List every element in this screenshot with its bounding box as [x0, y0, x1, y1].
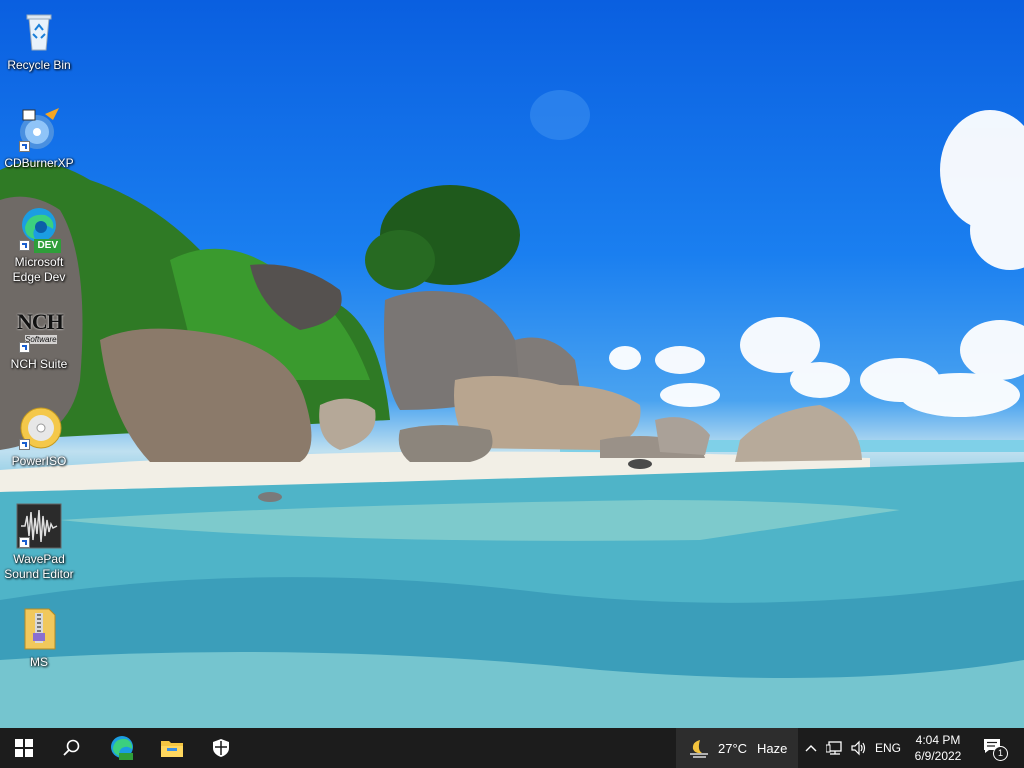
volume-button[interactable] — [847, 728, 871, 768]
edge-dev-icon — [111, 736, 133, 760]
weather-temperature: 27°C — [718, 740, 748, 756]
folder-zip-icon — [15, 605, 63, 653]
desktop-icon-label: Microsoft Edge Dev — [12, 255, 66, 284]
desktop-icon-label: MS — [30, 655, 48, 669]
search-button[interactable] — [48, 728, 96, 768]
desktop-icon-poweriso[interactable]: PowerISO — [2, 404, 76, 469]
taskbar: 27°C Haze ENG 4:04 PM 6/9/2022 1 — [0, 728, 1024, 768]
network-icon — [826, 741, 842, 755]
cdburnerxp-icon — [15, 106, 63, 154]
dev-badge: DEV — [34, 239, 61, 253]
weather-widget[interactable]: 27°C Haze — [676, 728, 798, 768]
file-explorer-icon — [161, 741, 183, 757]
shortcut-arrow-icon — [19, 141, 30, 152]
desktop-icon-recycle-bin[interactable]: Recycle Bin — [2, 8, 76, 73]
desktop-icon-nch-suite[interactable]: NCH Software NCH Suite — [2, 307, 76, 372]
shield-icon — [213, 739, 229, 757]
desktop-icon-label: Recycle Bin — [7, 58, 71, 72]
weather-condition: Haze — [757, 740, 788, 756]
desktop[interactable]: Recycle Bin CDBurnerXP DEV Microsoft Edg… — [0, 0, 1024, 728]
shortcut-arrow-icon — [19, 240, 30, 251]
shortcut-arrow-icon — [19, 439, 30, 450]
desktop-icon-wavepad[interactable]: WavePad Sound Editor — [2, 502, 76, 582]
chevron-up-icon — [805, 745, 817, 752]
recycle-bin-icon — [15, 8, 63, 56]
taskbar-file-explorer-button[interactable] — [148, 728, 196, 768]
edge-dev-icon: DEV — [15, 205, 63, 253]
desktop-icon-cdburnerxp[interactable]: CDBurnerXP — [2, 106, 76, 171]
nch-logo: NCH — [17, 309, 64, 334]
start-button[interactable] — [0, 728, 48, 768]
poweriso-icon — [15, 404, 63, 452]
desktop-icon-label: NCH Suite — [10, 357, 68, 371]
network-button[interactable] — [823, 728, 847, 768]
desktop-icon-label: PowerISO — [11, 454, 67, 468]
wallpaper — [0, 90, 1024, 728]
windows-start-icon — [15, 739, 33, 757]
moon-haze-icon — [690, 740, 708, 758]
input-language-button[interactable]: ENG — [872, 728, 904, 768]
clock-button[interactable]: 4:04 PM 6/9/2022 — [905, 728, 971, 768]
speaker-icon — [851, 740, 866, 756]
notification-count-badge: 1 — [993, 746, 1008, 761]
nch-suite-icon: NCH Software — [15, 307, 64, 355]
taskbar-windows-security-button[interactable] — [197, 728, 245, 768]
clock-time: 4:04 PM — [915, 733, 961, 747]
desktop-icon-ms[interactable]: MS — [2, 605, 76, 670]
search-icon — [63, 739, 80, 756]
clock-date: 6/9/2022 — [914, 749, 962, 763]
shortcut-arrow-icon — [19, 342, 30, 353]
action-center-button[interactable]: 1 — [976, 728, 1012, 768]
desktop-icon-label: CDBurnerXP — [4, 156, 74, 170]
desktop-icon-edge-dev[interactable]: DEV Microsoft Edge Dev — [2, 205, 76, 285]
show-hidden-icons-button[interactable] — [801, 728, 821, 768]
taskbar-edge-dev-button[interactable] — [98, 728, 146, 768]
shortcut-arrow-icon — [19, 537, 30, 548]
desktop-icon-label: WavePad Sound Editor — [4, 552, 74, 581]
wavepad-icon — [15, 502, 63, 550]
